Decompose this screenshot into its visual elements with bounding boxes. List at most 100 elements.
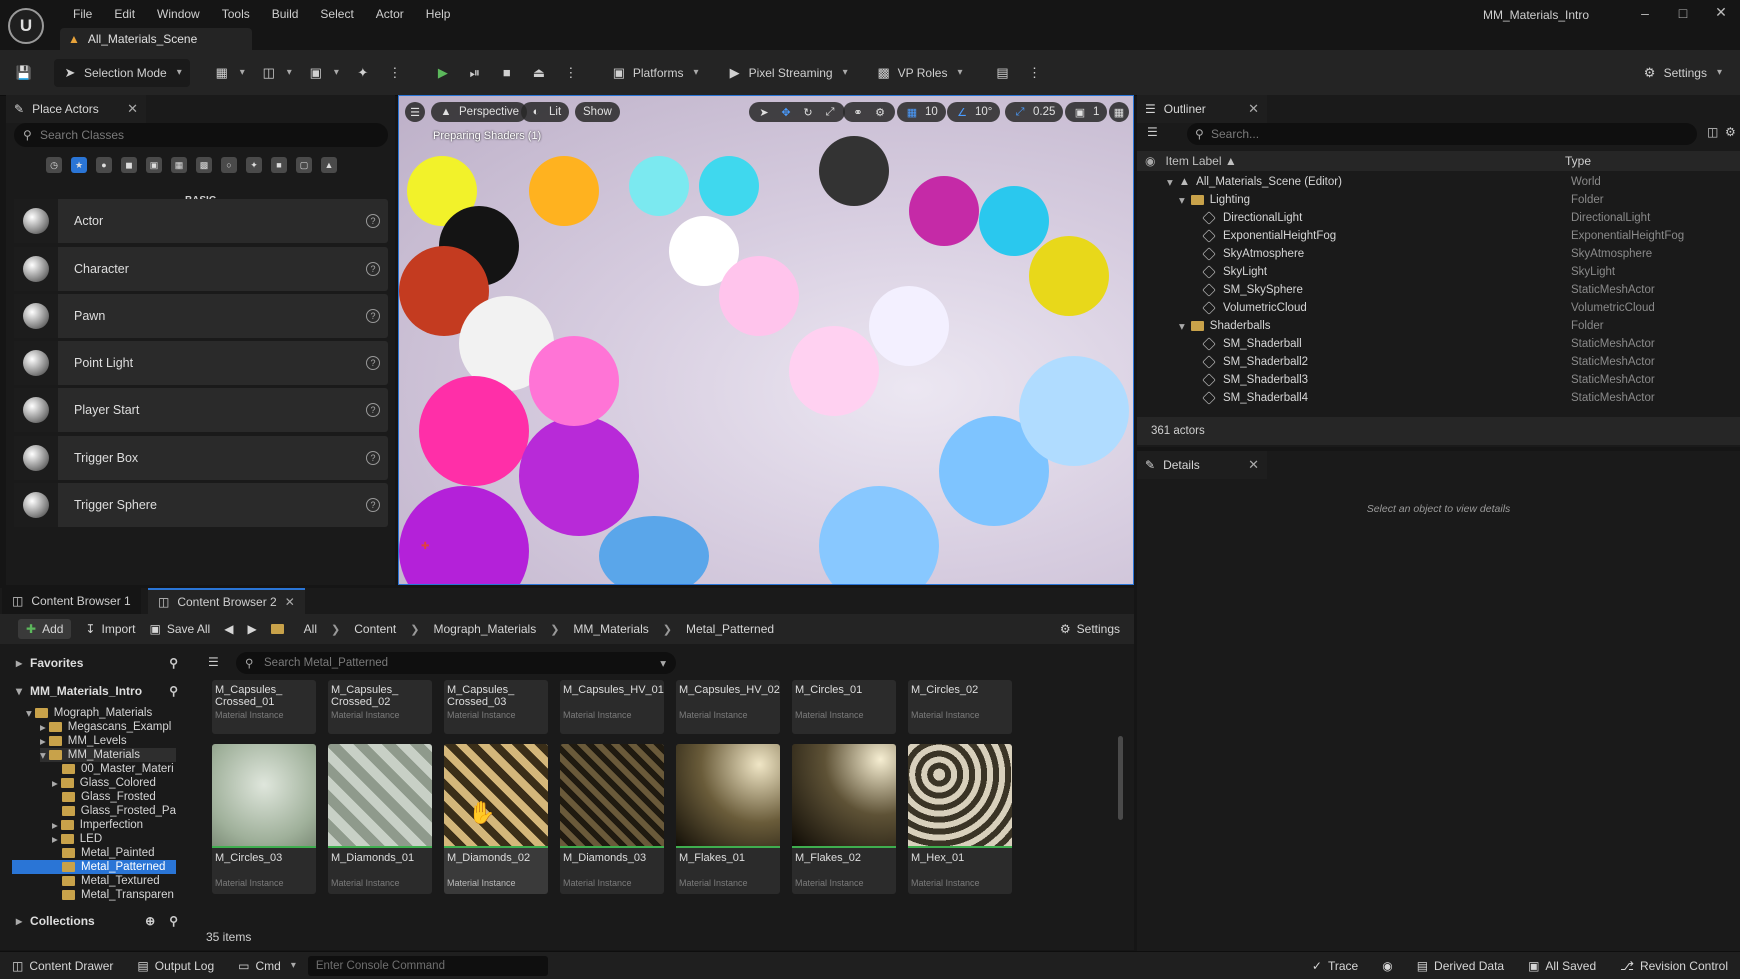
content-browser-settings-button[interactable]: ⚙ Settings [1060,622,1120,636]
select-tool-icon[interactable]: ➤ [757,105,771,119]
world-icon[interactable]: ⚭ [851,105,865,119]
vp-roles-dropdown[interactable]: ▩ VP Roles [868,59,971,87]
revision-control-button[interactable]: ⎇ Revision Control [1608,959,1740,973]
asset-tile[interactable]: M_Hex_01 Material Instance [908,744,1012,894]
play-options-button[interactable]: ⋮ [555,59,587,87]
actor-item-trigger-box[interactable]: Trigger Box ? [14,436,388,480]
tree-item-selected[interactable]: Metal_Patterned [12,860,176,874]
tree-item[interactable]: ▾ Mograph_Materials [26,706,176,720]
help-icon[interactable]: ? [366,498,380,512]
menu-file[interactable]: File [62,7,103,21]
filter-icon[interactable]: ☰ [1147,125,1158,139]
cmd-dropdown[interactable]: ▭ Cmd [226,959,308,973]
show-button[interactable]: Show [575,102,620,122]
tree-item[interactable]: Metal_Painted [62,846,176,860]
level-tab[interactable]: ▲ All_Materials_Scene [60,28,252,50]
platforms-dropdown[interactable]: ▣ Platforms [603,59,707,87]
outliner-row[interactable]: ExponentialHeightFog ExponentialHeightFog [1137,227,1740,245]
close-icon[interactable]: ✕ [1248,101,1259,117]
asset-tile[interactable]: M_Capsules_ Crossed_02 Material Instance [328,680,432,734]
extra-icon[interactable]: ▲ [321,157,337,173]
recent-icon[interactable]: ◷ [46,157,62,173]
actor-item-player-start[interactable]: Player Start ? [14,388,388,432]
column-type[interactable]: Type [1565,154,1591,168]
asset-tile[interactable]: M_Flakes_01 Material Instance [676,744,780,894]
outliner-row[interactable]: SM_Shaderball2 StaticMeshActor [1137,353,1740,371]
stop-button[interactable]: ■ [491,59,523,87]
place-actors-tab[interactable]: ✎ Place Actors ✕ [6,95,146,123]
settings-dropdown[interactable]: ⚙ Settings [1634,59,1730,87]
asset-tile[interactable]: M_Capsules_HV_02 Material Instance [676,680,780,734]
folder-add-icon[interactable]: ◫ [1707,125,1718,139]
all-classes-icon[interactable]: ○ [221,157,237,173]
all-saved-button[interactable]: ▣ All Saved [1516,959,1608,973]
landscape-icon[interactable]: ▢ [296,157,312,173]
breadcrumb-mm-materials[interactable]: MM_Materials [573,622,648,636]
scale-tool-icon[interactable]: ⤢ [823,105,837,119]
help-icon[interactable]: ? [366,309,380,323]
outliner-search-input[interactable]: ⚲ Search... [1187,123,1697,145]
breadcrumb-all[interactable]: All [304,622,317,636]
outliner-row[interactable]: ▾ ▲ All_Materials_Scene (Editor) World [1137,173,1740,191]
camera-speed-button[interactable]: ▣ 1 [1065,102,1108,122]
volumes-icon[interactable]: ▩ [196,157,212,173]
cinematics-button[interactable]: ▣ [300,59,347,87]
add-button[interactable]: ✚ Add [18,619,72,639]
asset-scrollbar[interactable] [1118,736,1123,820]
outliner-row[interactable]: SkyLight SkyLight [1137,263,1740,281]
lit-button[interactable]: ◐ Lit [521,102,570,122]
menu-actor[interactable]: Actor [365,7,415,21]
viewport-menu-button[interactable]: ☰ [405,102,425,122]
more-options-button[interactable]: ⋮ [379,59,411,87]
rotate-snap-button[interactable]: ∠ 10° [947,102,1001,122]
asset-tile[interactable]: M_Circles_02 Material Instance [908,680,1012,734]
outliner-row[interactable]: DirectionalLight DirectionalLight [1137,209,1740,227]
tree-item[interactable]: 00_Master_Materi [62,762,176,776]
asset-tile[interactable]: M_Circles_01 Material Instance [792,680,896,734]
scale-snap-button[interactable]: ⤢ 0.25 [1005,102,1064,122]
actor-item-pawn[interactable]: Pawn ? [14,294,388,338]
outliner-row[interactable]: SkyAtmosphere SkyAtmosphere [1137,245,1740,263]
menu-select[interactable]: Select [309,7,364,21]
trace-button[interactable]: ✓ Trace [1300,959,1370,973]
close-icon[interactable]: ✕ [1248,457,1259,473]
breadcrumb-mograph-materials[interactable]: Mograph_Materials [433,622,536,636]
asset-tile[interactable]: M_Capsules_ Crossed_03 Material Instance [444,680,548,734]
search-icon[interactable]: ⚲ [169,656,178,670]
outliner-row[interactable]: ▾ Lighting Folder [1137,191,1740,209]
import-button[interactable]: ↧ Import [85,622,135,636]
place-actors-search-input[interactable]: ⚲ Search Classes [14,123,388,147]
outliner-row[interactable]: SM_Shaderball3 StaticMeshActor [1137,371,1740,389]
geometry-icon[interactable]: ✦ [246,157,262,173]
console-input[interactable]: Enter Console Command [307,955,548,976]
folder-icon[interactable] [270,624,290,634]
breadcrumb-content[interactable]: Content [354,622,396,636]
outliner-row[interactable]: SM_Shaderball4 StaticMeshActor [1137,389,1740,407]
maximize-button[interactable]: □ [1664,5,1702,21]
gear-icon[interactable]: ⚙ [1725,125,1736,139]
screen-button[interactable]: ▤ [986,59,1018,87]
level-viewport[interactable]: ☰ ▲ Perspective ◐ Lit Show Preparing Shade… [398,95,1134,585]
basic-icon[interactable]: ★ [71,157,87,173]
favorites-header[interactable]: ▸ Favorites ⚲ [6,650,186,676]
menu-build[interactable]: Build [261,7,310,21]
help-icon[interactable]: ? [366,356,380,370]
asset-tile[interactable]: M_Circles_03 Material Instance [212,744,316,894]
surface-snap-icon[interactable]: ⚙ [873,105,887,119]
pixel-streaming-dropdown[interactable]: ▶ Pixel Streaming [719,59,856,87]
collections-header[interactable]: ▸ Collections ⊕ ⚲ [6,908,186,934]
output-log-button[interactable]: ▤ Output Log [125,959,226,973]
back-arrow-icon[interactable]: ◀ [224,622,233,636]
actor-item-trigger-sphere[interactable]: Trigger Sphere ? [14,483,388,527]
outliner-row[interactable]: VolumetricCloud VolumetricCloud [1137,299,1740,317]
breadcrumb-metal-patterned[interactable]: Metal_Patterned [686,622,774,636]
help-icon[interactable]: ? [366,451,380,465]
tab-content-browser-1[interactable]: ◫ Content Browser 1 [2,588,141,614]
asset-tile[interactable]: M_Diamonds_03 Material Instance [560,744,664,894]
add-collection-icon[interactable]: ⊕ [145,914,155,928]
cinematic-icon[interactable]: ▣ [146,157,162,173]
chevron-down-icon[interactable]: ▾ [660,656,666,670]
asset-tile[interactable]: M_Flakes_02 Material Instance [792,744,896,894]
toolbar-more-button[interactable]: ⋮ [1018,59,1050,87]
visual-effects-icon[interactable]: ▦ [171,157,187,173]
